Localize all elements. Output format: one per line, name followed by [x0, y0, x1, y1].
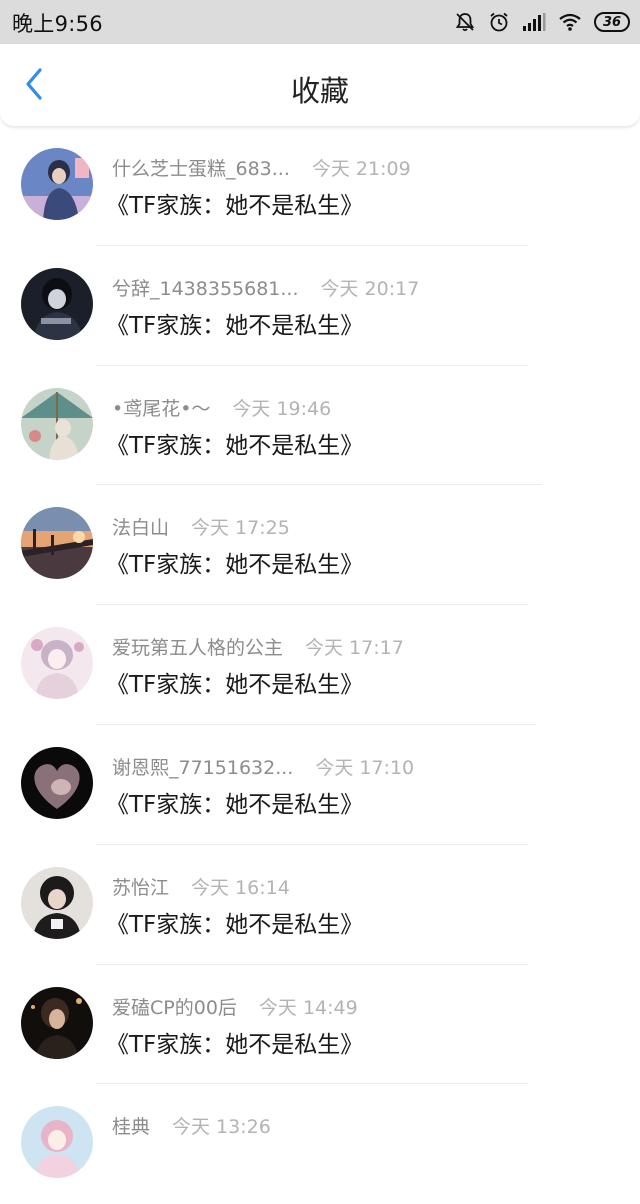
- list-item[interactable]: 兮辞_1438355681... 今天 20:17 《TF家族：她不是私生》: [0, 246, 640, 366]
- item-meta: 兮辞_1438355681... 今天 20:17: [112, 274, 419, 301]
- book-title[interactable]: 《TF家族：她不是私生》: [106, 186, 363, 220]
- item-meta: 谢恩熙_77151632... 今天 17:10: [112, 753, 414, 780]
- item-meta: 爱玩第五人格的公主 今天 17:17: [112, 633, 404, 660]
- book-title[interactable]: 《TF家族：她不是私生》: [106, 905, 363, 939]
- list-item[interactable]: 爱磕CP的00后 今天 14:49 《TF家族：她不是私生》: [0, 965, 640, 1085]
- book-title[interactable]: 《TF家族：她不是私生》: [106, 665, 363, 699]
- book-title[interactable]: 《TF家族：她不是私生》: [106, 785, 363, 819]
- avatar[interactable]: [21, 507, 93, 580]
- username[interactable]: 爱磕CP的00后: [112, 993, 237, 1020]
- book-title[interactable]: 《TF家族：她不是私生》: [106, 1025, 363, 1059]
- avatar[interactable]: [21, 387, 93, 460]
- page-title: 收藏: [290, 74, 349, 108]
- list-item[interactable]: 谢恩熙_77151632... 今天 17:10 《TF家族：她不是私生》: [0, 725, 640, 845]
- avatar[interactable]: [21, 627, 93, 700]
- list-item[interactable]: •鸢尾花•～ 今天 19:46 《TF家族：她不是私生》: [0, 366, 640, 486]
- timestamp: 今天 14:49: [258, 996, 358, 1019]
- status-time: 晚上9:56: [12, 12, 103, 36]
- list-item[interactable]: 爱玩第五人格的公主 今天 17:17 《TF家族：她不是私生》: [0, 605, 640, 725]
- timestamp: 今天 19:46: [232, 397, 332, 420]
- username[interactable]: 兮辞_1438355681...: [112, 274, 299, 301]
- list-item[interactable]: 法白山 今天 17:25 《TF家族：她不是私生》: [0, 485, 640, 606]
- timestamp: 今天 21:09: [311, 158, 411, 180]
- username[interactable]: 桂典: [112, 1112, 150, 1139]
- avatar[interactable]: [21, 267, 93, 340]
- timestamp: 今天 16:14: [191, 876, 290, 899]
- username[interactable]: 爱玩第五人格的公主: [112, 633, 283, 660]
- signal-icon: [522, 12, 546, 32]
- favorites-list: 什么芝士蛋糕_683... 今天 21:09 《TF家族：她不是私生》 兮辞_1…: [0, 126, 640, 1204]
- wifi-icon: [558, 12, 582, 32]
- item-meta: 法白山 今天 17:25: [112, 513, 290, 540]
- username[interactable]: 苏怡江: [112, 873, 169, 900]
- list-item[interactable]: 什么芝士蛋糕_683... 今天 21:09 《TF家族：她不是私生》: [0, 126, 640, 246]
- book-title[interactable]: 《TF家族：她不是私生》: [106, 545, 363, 579]
- avatar[interactable]: [21, 1106, 93, 1179]
- timestamp: 今天 17:25: [191, 517, 290, 540]
- status-icons: 36: [454, 9, 630, 35]
- nav-bar: 收藏: [0, 44, 640, 126]
- item-meta: •鸢尾花•～ 今天 19:46: [112, 394, 331, 421]
- avatar[interactable]: [21, 746, 93, 819]
- username[interactable]: 什么芝士蛋糕_683...: [112, 154, 290, 181]
- status-bar: 晚上9:56 36: [0, 0, 640, 44]
- timestamp: 今天 13:26: [172, 1116, 271, 1139]
- alarm-icon: [488, 11, 510, 33]
- list-item[interactable]: 苏怡江 今天 16:14 《TF家族：她不是私生》: [0, 845, 640, 965]
- list-item[interactable]: 桂典 今天 13:26: [0, 1084, 640, 1204]
- battery-icon: 36: [594, 12, 630, 32]
- username[interactable]: •鸢尾花•～: [112, 394, 210, 421]
- avatar[interactable]: [21, 866, 93, 939]
- book-title[interactable]: 《TF家族：她不是私生》: [106, 306, 363, 340]
- username[interactable]: 谢恩熙_77151632...: [112, 753, 293, 780]
- item-meta: 什么芝士蛋糕_683... 今天 21:09: [112, 154, 411, 181]
- book-title[interactable]: 《TF家族：她不是私生》: [106, 426, 363, 460]
- timestamp: 今天 17:10: [315, 756, 415, 779]
- avatar[interactable]: [21, 148, 93, 220]
- item-meta: 苏怡江 今天 16:14: [112, 873, 290, 900]
- username[interactable]: 法白山: [112, 513, 169, 540]
- avatar[interactable]: [21, 986, 93, 1059]
- timestamp: 今天 20:17: [320, 277, 420, 300]
- mute-bell-icon: [454, 11, 476, 33]
- item-meta: 桂典 今天 13:26: [112, 1112, 271, 1139]
- timestamp: 今天 17:17: [305, 637, 404, 660]
- item-meta: 爱磕CP的00后 今天 14:49: [112, 993, 358, 1020]
